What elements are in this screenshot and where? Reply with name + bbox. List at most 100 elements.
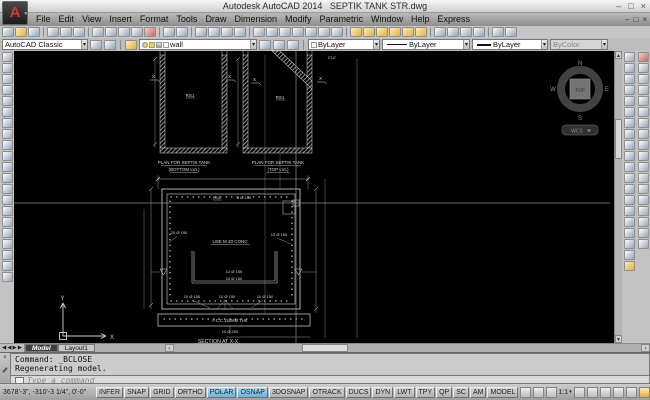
multiline-text-icon[interactable] [624,250,635,260]
tolerance-icon[interactable] [2,195,13,205]
menu-view[interactable]: View [78,13,105,26]
blend-curves-icon[interactable] [638,228,649,238]
vertical-scrollbar[interactable]: ▲ ▼ [614,51,622,343]
quick-view-layouts-icon[interactable] [520,387,531,398]
toggle-qp[interactable]: QP [436,387,452,398]
menu-help[interactable]: Help [407,13,434,26]
angular-dimension-icon[interactable] [2,129,13,139]
color-dropdown[interactable]: ByLayer ▾ [308,39,380,50]
explode-icon[interactable] [638,239,649,249]
revision-cloud-icon[interactable] [624,129,635,139]
toggle-lwt[interactable]: LWT [394,387,414,398]
quick-view-drawings-icon[interactable] [533,387,544,398]
mdi-close-button[interactable]: × [642,13,647,26]
layer-match-icon[interactable] [363,27,375,37]
quickcalc-icon[interactable] [318,27,330,37]
layer-freeze-icon[interactable] [415,27,427,37]
menu-window[interactable]: Window [367,13,407,26]
menu-tools[interactable]: Tools [172,13,201,26]
menu-file[interactable]: File [32,13,55,26]
coordinates-display[interactable]: 3678'-3", -310'-3 1/4", 0'-0" [2,389,95,396]
array-icon[interactable] [638,96,649,106]
save-icon[interactable] [28,27,40,37]
first-tab-icon[interactable]: ◀ [2,345,6,351]
fillet-icon[interactable] [638,217,649,227]
viewcube-south-label[interactable]: S [578,116,582,122]
hatch-icon[interactable] [624,206,635,216]
cut-icon[interactable] [92,27,104,37]
toggle-3dosnap[interactable]: 3DOSNAP [269,387,308,398]
polyline-icon[interactable] [624,74,635,84]
offset-icon[interactable] [638,85,649,95]
lock-ui-icon[interactable] [613,387,624,398]
dimension-break-icon[interactable] [2,184,13,194]
close-button[interactable]: × [641,0,646,13]
my-workspace-icon[interactable] [104,40,116,50]
text-style-icon[interactable] [492,27,504,37]
toggle-ducs[interactable]: DUCS [346,387,372,398]
insert-block-icon[interactable] [624,173,635,183]
break-icon[interactable] [638,184,649,194]
dimension-edit-icon[interactable] [2,239,13,249]
baseline-dimension-icon[interactable] [2,151,13,161]
trim-icon[interactable] [638,151,649,161]
toggle-otrack[interactable]: OTRACK [309,387,344,398]
properties-palette-icon[interactable] [253,27,265,37]
chamfer-icon[interactable] [638,206,649,216]
toggle-am[interactable]: AM [470,387,487,398]
jogged-linear-icon[interactable] [2,228,13,238]
viewcube-west-label[interactable]: W [550,87,556,93]
circle-icon[interactable] [624,118,635,128]
join-icon[interactable] [638,195,649,205]
region-icon[interactable] [624,228,635,238]
menu-express[interactable]: Express [434,13,475,26]
menu-parametric[interactable]: Parametric [316,13,368,26]
make-object-layer-current-icon[interactable] [259,40,271,50]
sheet-set-manager-icon[interactable] [292,27,304,37]
spline-icon[interactable] [624,140,635,150]
tool-palettes-icon[interactable] [279,27,291,37]
scroll-up-icon[interactable]: ▲ [615,51,622,59]
toggle-infer[interactable]: INFER [96,387,123,398]
minimize-button[interactable]: – [616,0,621,13]
inspection-dimension-icon[interactable] [2,217,13,227]
polygon-icon[interactable] [624,85,635,95]
continue-dimension-icon[interactable] [2,162,13,172]
erase-icon[interactable] [638,52,649,62]
model-space-button[interactable]: MODEL [487,387,518,398]
command-customize-icon[interactable] [2,367,8,373]
zoom-realtime-icon[interactable] [208,27,220,37]
table-icon[interactable] [624,239,635,249]
menu-edit[interactable]: Edit [55,13,79,26]
layer-states-icon[interactable] [287,40,299,50]
pan-icon[interactable] [195,27,207,37]
dimension-style-icon[interactable] [2,272,13,282]
toggle-sc[interactable]: SC [453,387,469,398]
jogged-dimension-icon[interactable] [2,107,13,117]
toggle-grid[interactable]: GRID [150,387,174,398]
undo-icon[interactable] [163,27,175,37]
prev-tab-icon[interactable]: ◀ [7,345,11,351]
isolate-objects-icon[interactable] [626,387,637,398]
layer-lock-icon[interactable] [460,27,472,37]
mirror-icon[interactable] [638,74,649,84]
layer-dropdown[interactable]: wall ▾ [139,39,257,50]
layer-walk-icon[interactable] [473,27,485,37]
copy-clip-icon[interactable] [105,27,117,37]
break-at-point-icon[interactable] [638,173,649,183]
drawing-canvas[interactable]: X X X X RS1 RS1 PLAN FOR SEPTIK TANK (BO [14,51,614,343]
ellipse-icon[interactable] [624,151,635,161]
zoom-previous-icon[interactable] [234,27,246,37]
add-selected-icon[interactable] [624,261,635,271]
toggle-polar[interactable]: POLAR [207,387,237,398]
application-menu-button[interactable]: A▾ [2,1,28,25]
plot-preview-icon[interactable] [60,27,72,37]
scale-icon[interactable] [638,129,649,139]
toggle-osnap[interactable]: OSNAP [237,387,268,398]
viewcube[interactable]: N W E S TOP WCS [550,61,609,135]
block-editor-icon[interactable] [144,27,156,37]
diameter-dimension-icon[interactable] [2,118,13,128]
markup-set-manager-icon[interactable] [305,27,317,37]
mdi-minimize-button[interactable]: – [625,13,629,26]
viewcube-east-label[interactable]: E [605,87,609,93]
